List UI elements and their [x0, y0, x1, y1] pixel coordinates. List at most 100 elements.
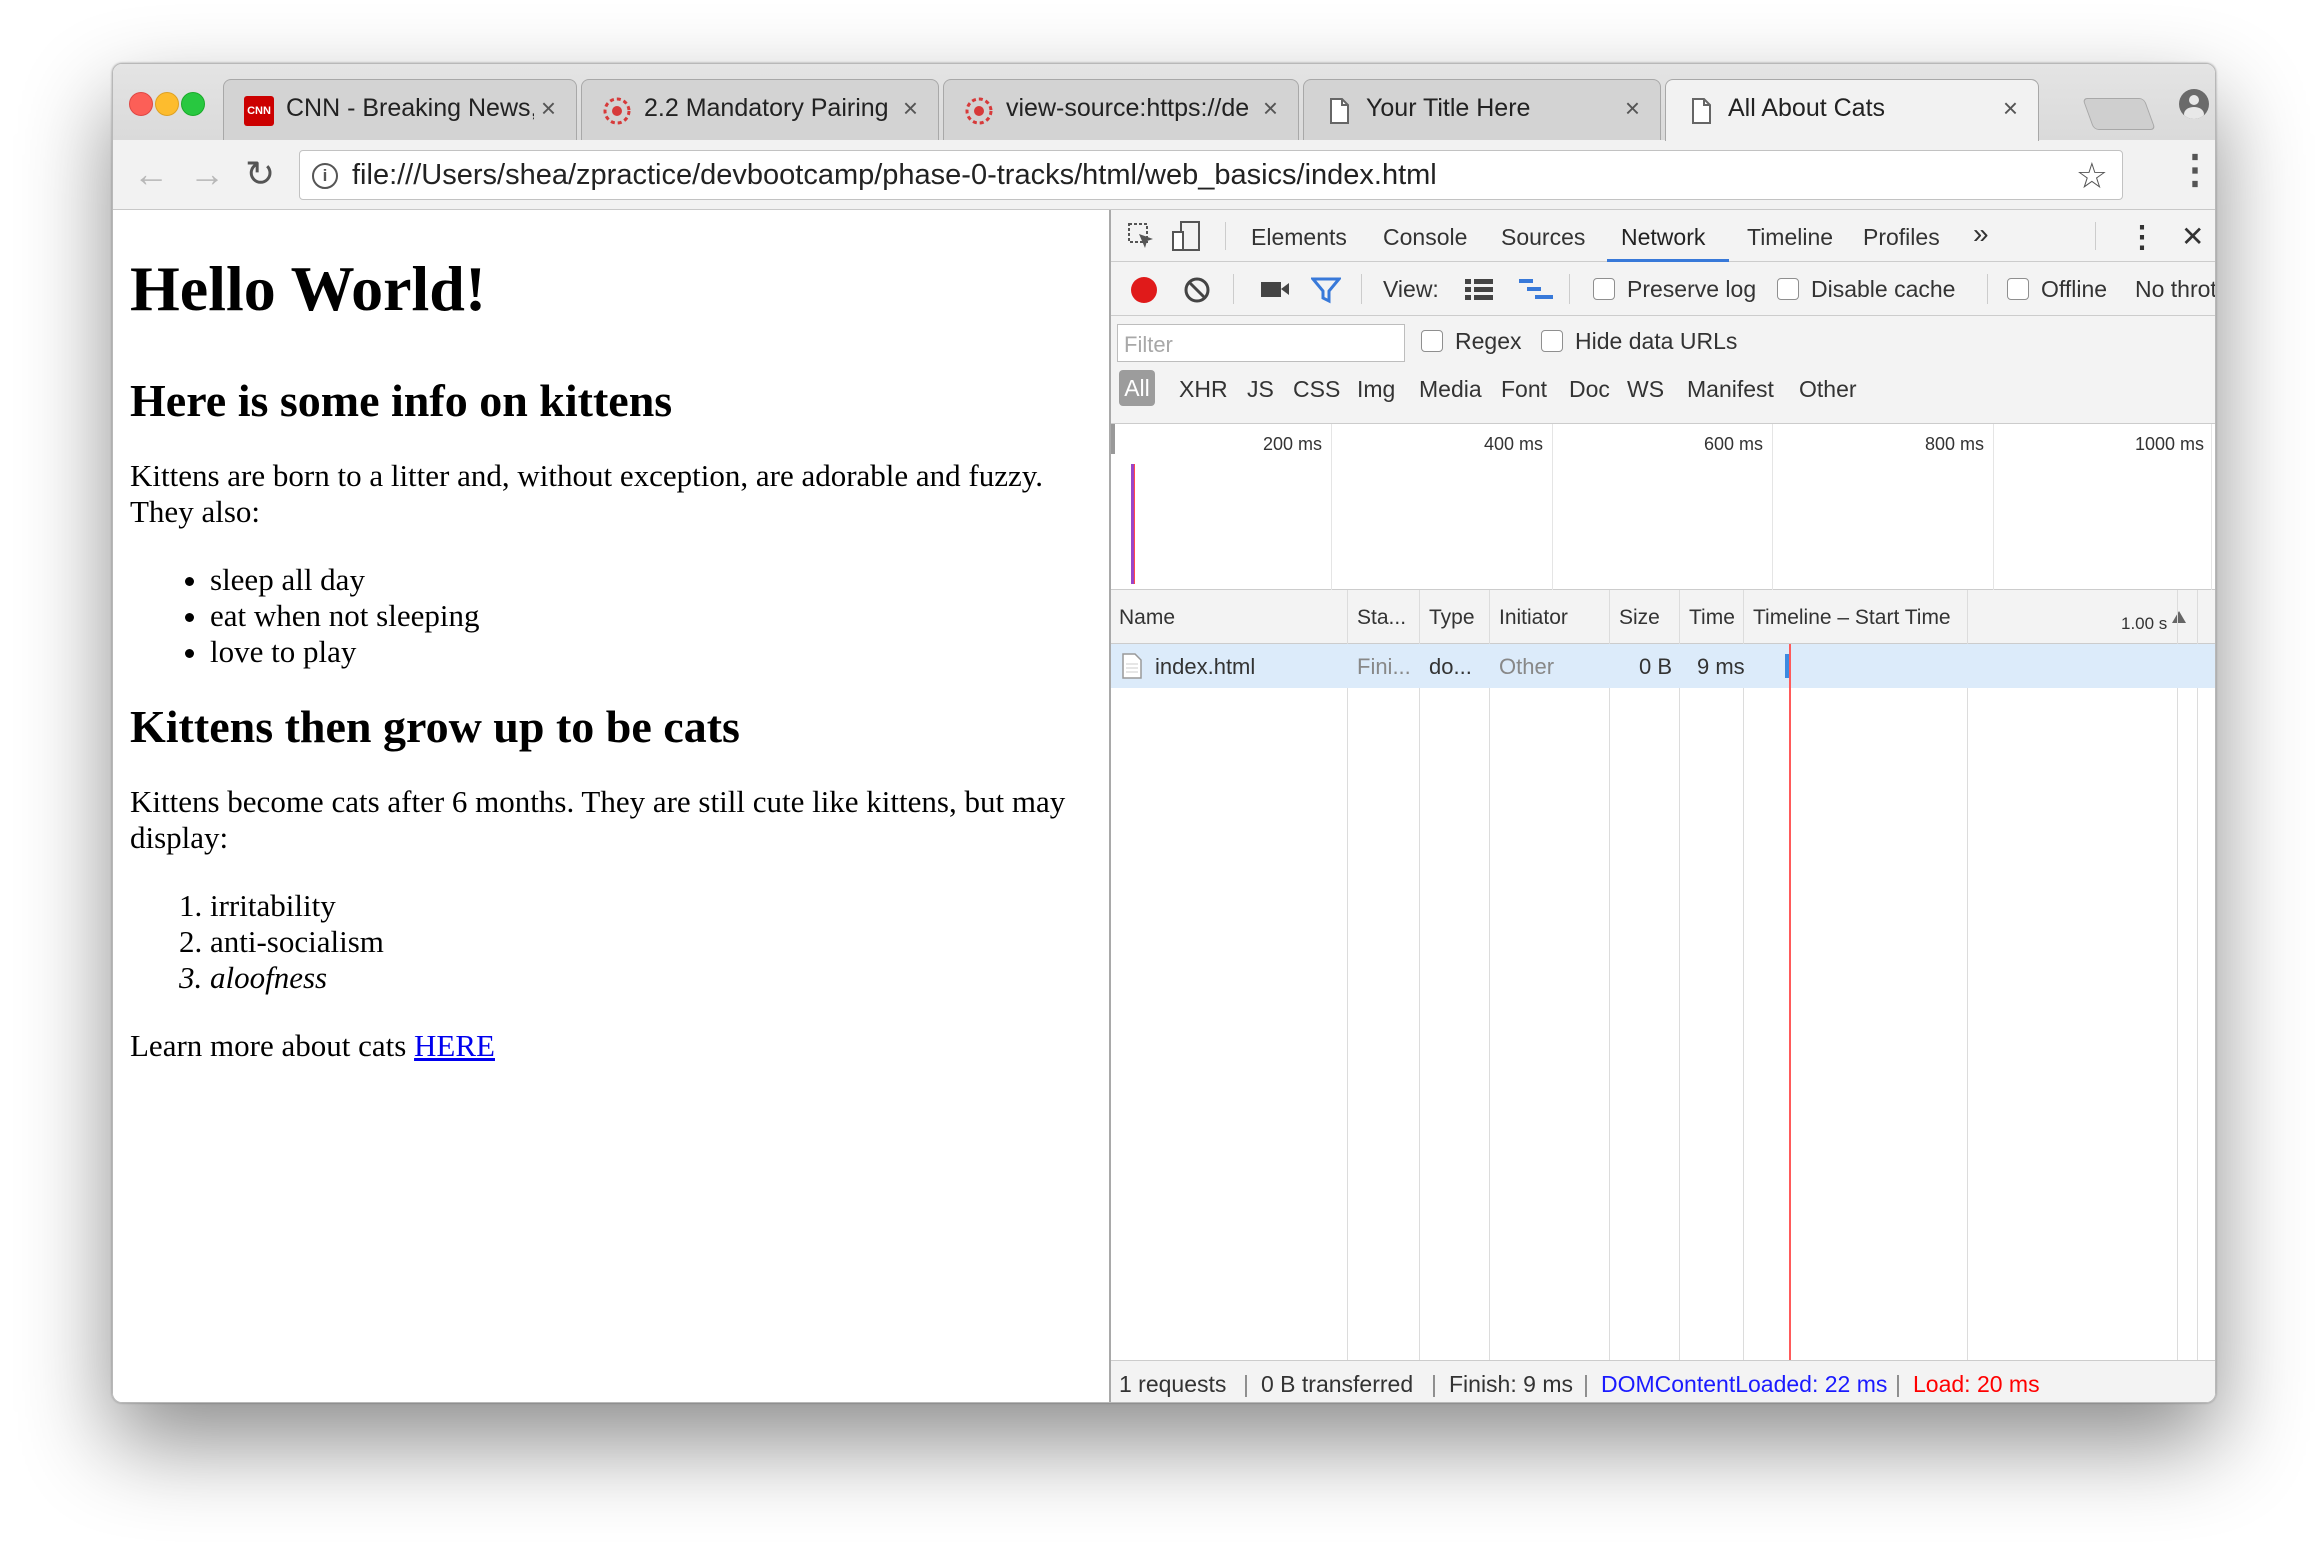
browser-tab-all-about-cats[interactable]: All About Cats × — [1665, 79, 2039, 141]
column-time[interactable]: Time — [1689, 606, 1735, 630]
type-filter-media[interactable]: Media — [1419, 376, 1482, 403]
device-toolbar-icon[interactable] — [1171, 220, 1201, 252]
type-filter-doc[interactable]: Doc — [1569, 376, 1610, 403]
tab-close-icon[interactable]: × — [903, 93, 918, 124]
offline-checkbox[interactable] — [2007, 278, 2029, 300]
tab-close-icon[interactable]: × — [2003, 93, 2018, 124]
kittens-heading: Here is some info on kittens — [130, 375, 673, 426]
column-separator — [1489, 590, 1490, 1360]
table-row[interactable]: index.html Fini... do... Other 0 B 9 ms — [1111, 644, 2215, 688]
status-separator: | — [1895, 1371, 1901, 1397]
status-separator: | — [1243, 1371, 1249, 1397]
large-rows-list-icon[interactable] — [1465, 278, 1493, 302]
hide-data-urls-checkbox[interactable] — [1541, 330, 1563, 352]
type-filter-xhr[interactable]: XHR — [1179, 376, 1228, 403]
overview-gridline — [1331, 424, 1332, 590]
overview-left-handle[interactable] — [1111, 424, 1115, 454]
overview-tick-label: 200 ms — [1263, 434, 1323, 454]
offline-label: Offline — [2041, 276, 2108, 302]
record-icon[interactable] — [1131, 277, 1157, 303]
network-status-bar: 1 requests | 0 B transferred | Finish: 9… — [1111, 1360, 2215, 1402]
column-initiator[interactable]: Initiator — [1499, 606, 1568, 630]
type-filter-img[interactable]: Img — [1357, 376, 1395, 403]
close-window-button[interactable] — [129, 92, 153, 116]
camera-icon[interactable] — [1259, 278, 1291, 300]
tab-console[interactable]: Console — [1383, 224, 1467, 251]
column-name[interactable]: Name — [1119, 606, 1175, 630]
minimize-window-button[interactable] — [155, 92, 179, 116]
tab-sources[interactable]: Sources — [1501, 224, 1585, 251]
timeline-scale-label: 1.00 s — [2121, 614, 2168, 633]
status-separator: | — [1583, 1371, 1589, 1397]
more-tabs-icon[interactable]: » — [1973, 218, 1989, 250]
list-item: sleep all day — [210, 562, 1109, 598]
document-file-icon — [1122, 653, 1142, 679]
filter-input[interactable]: Filter — [1117, 324, 1405, 362]
tab-timeline[interactable]: Timeline — [1747, 224, 1833, 251]
type-filter-css[interactable]: CSS — [1293, 376, 1340, 403]
type-filter-all[interactable]: All — [1119, 370, 1155, 406]
inspect-element-icon[interactable] — [1127, 222, 1155, 250]
waterfall-overview-icon[interactable] — [1519, 278, 1553, 302]
regex-checkbox[interactable] — [1421, 330, 1443, 352]
filter-funnel-icon[interactable] — [1311, 276, 1341, 304]
browser-tab-your-title[interactable]: Your Title Here × — [1303, 79, 1661, 140]
request-time: 9 ms — [1697, 654, 1745, 679]
transferred-size: 0 B transferred — [1261, 1371, 1414, 1397]
tab-close-icon[interactable]: × — [1625, 93, 1640, 124]
cnn-logo-icon: CNN — [244, 96, 274, 126]
network-overview[interactable]: 200 ms 400 ms 600 ms 800 ms 1000 ms — [1111, 424, 2216, 590]
browser-tab-view-source[interactable]: view-source:https://de × — [943, 79, 1299, 140]
close-devtools-icon[interactable]: ✕ — [2181, 220, 2204, 253]
reload-icon[interactable]: ↻ — [245, 152, 275, 196]
preserve-log-checkbox[interactable] — [1593, 278, 1615, 300]
type-filter-js[interactable]: JS — [1247, 376, 1274, 403]
type-filter-font[interactable]: Font — [1501, 376, 1547, 403]
forward-arrow-icon[interactable]: → — [189, 152, 225, 196]
tab-close-icon[interactable]: × — [1263, 93, 1278, 124]
browser-tab-pairing[interactable]: 2.2 Mandatory Pairing × — [581, 79, 939, 140]
type-filter-other[interactable]: Other — [1799, 376, 1857, 403]
tab-elements[interactable]: Elements — [1251, 224, 1347, 251]
list-item: eat when not sleeping — [210, 598, 1109, 634]
maximize-window-button[interactable] — [181, 92, 205, 116]
bookmark-star-icon[interactable]: ☆ — [2076, 155, 2108, 197]
browser-tab-cnn[interactable]: CNN CNN - Breaking News, × — [223, 79, 577, 140]
info-icon[interactable]: i — [312, 163, 338, 189]
request-initiator: Other — [1499, 654, 1555, 679]
overview-gridline — [2211, 424, 2212, 590]
column-separator — [2197, 590, 2198, 1360]
type-filter-ws[interactable]: WS — [1627, 376, 1664, 403]
tab-close-icon[interactable]: × — [541, 93, 556, 124]
address-bar[interactable]: i file:///Users/shea/zpractice/devbootca… — [299, 150, 2123, 200]
here-link[interactable]: HERE — [414, 1028, 495, 1063]
sort-ascending-icon[interactable] — [2171, 610, 2187, 624]
tab-profiles[interactable]: Profiles — [1863, 224, 1940, 251]
clear-icon[interactable] — [1183, 276, 1211, 304]
requests-count: 1 requests — [1119, 1371, 1227, 1397]
profile-avatar-icon[interactable] — [2179, 89, 2209, 119]
overview-gridline — [1772, 424, 1773, 590]
throttle-dropdown[interactable]: No throttl — [2135, 276, 2215, 303]
tab-network[interactable]: Network — [1621, 224, 1705, 251]
column-size[interactable]: Size — [1619, 606, 1660, 630]
column-timeline[interactable]: Timeline – Start Time — [1753, 606, 1951, 630]
filter-bar: Filter Regex Hide data URLs All XHR JS C… — [1111, 316, 2215, 424]
column-separator — [1609, 590, 1610, 1360]
kittens-paragraph: Kittens are born to a litter and, withou… — [130, 458, 1044, 529]
browser-window: CNN CNN - Breaking News, × 2.2 Mandatory… — [112, 63, 2216, 1403]
back-arrow-icon[interactable]: ← — [133, 152, 169, 196]
url-text[interactable]: file:///Users/shea/zpractice/devbootcamp… — [352, 159, 1437, 192]
request-name[interactable]: index.html — [1155, 654, 1255, 680]
list-item: anti-socialism — [210, 924, 1109, 960]
overview-right-handle[interactable] — [2215, 424, 2216, 454]
load-event-line — [1789, 644, 1791, 1360]
devtools-menu-icon[interactable]: ⋮ — [2127, 220, 2157, 255]
column-status[interactable]: Sta... — [1357, 606, 1406, 630]
cats-paragraph: Kittens become cats after 6 months. They… — [130, 784, 1066, 855]
column-type[interactable]: Type — [1429, 606, 1475, 630]
disable-cache-checkbox[interactable] — [1777, 278, 1799, 300]
chrome-menu-icon[interactable]: ⋮ — [2175, 150, 2215, 190]
new-tab-button[interactable] — [2082, 98, 2156, 130]
type-filter-manifest[interactable]: Manifest — [1687, 376, 1774, 403]
